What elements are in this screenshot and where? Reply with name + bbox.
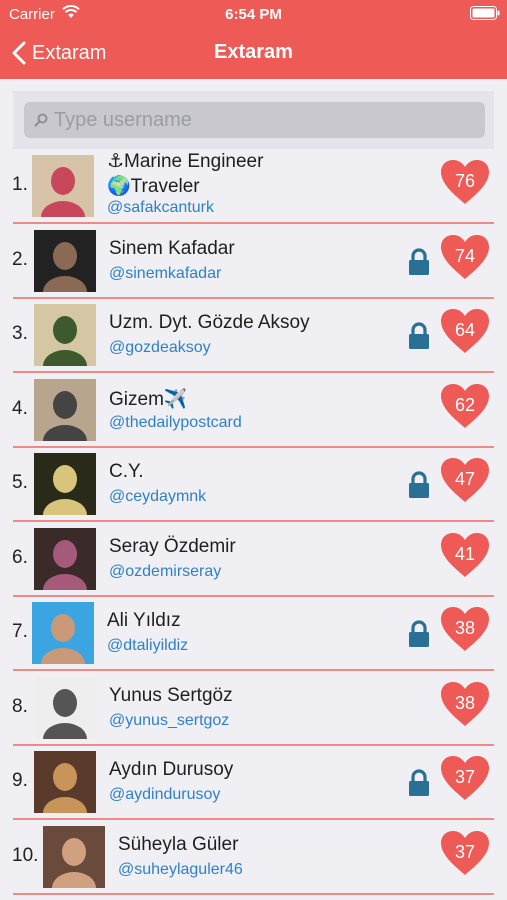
username-link[interactable]: @dtaliyildiz [107, 637, 188, 655]
avatar [43, 826, 105, 888]
rank-label: 2. [12, 249, 28, 270]
score-value: 38 [454, 693, 476, 713]
rank-label: 4. [12, 398, 28, 419]
page-title: Extaram [214, 41, 293, 63]
row-separator [13, 818, 494, 820]
like-score-button[interactable]: 37 [440, 755, 490, 801]
avatar [34, 379, 96, 441]
username-link[interactable]: @ceydaymnk [109, 488, 206, 506]
score-value: 62 [454, 395, 476, 415]
rank-label: 6. [12, 547, 28, 568]
list-item[interactable]: 10. Süheyla Güler @suheylaguler46 37 [0, 821, 507, 895]
score-value: 37 [454, 842, 476, 862]
rank-label: 7. [12, 621, 28, 642]
username-link[interactable]: @aydindurusoy [109, 786, 220, 804]
list-item[interactable]: 5. C.Y. @ceydaymnk 47 [0, 448, 507, 522]
display-name-line2: 🌍Traveler [107, 176, 200, 197]
username-link[interactable]: @ozdemirseray [109, 563, 221, 581]
rank-label: 1. [12, 174, 28, 195]
avatar [34, 528, 96, 590]
list-item[interactable]: 4. Gizem✈️ @thedailypostcard 62 [0, 374, 507, 448]
row-separator [13, 222, 494, 224]
list-item[interactable]: 8. Yunus Sertgöz @yunus_sertgoz 38 [0, 672, 507, 746]
battery-icon [470, 6, 500, 20]
like-score-button[interactable]: 38 [440, 681, 490, 727]
score-value: 64 [454, 320, 476, 340]
username-link[interactable]: @thedailypostcard [109, 414, 242, 432]
list-item[interactable]: 9. Aydın Durusoy @aydindurusoy 37 [0, 746, 507, 820]
username-link[interactable]: @gozdeaksoy [109, 339, 211, 357]
username-link[interactable]: @sinemkafadar [109, 265, 221, 283]
navigation-bar: Carrier 6:54 PM Extaram Extaram [0, 0, 507, 79]
display-name: Seray Özdemir [109, 536, 236, 557]
rank-label: 9. [12, 770, 28, 791]
search-input[interactable] [54, 108, 454, 132]
like-score-button[interactable]: 74 [440, 234, 490, 280]
score-value: 38 [454, 618, 476, 638]
display-name: Ali Yıldız [107, 610, 181, 631]
lock-icon [409, 471, 429, 498]
like-score-button[interactable]: 76 [440, 159, 490, 205]
row-separator [13, 669, 494, 671]
score-value: 37 [454, 767, 476, 787]
score-value: 74 [454, 246, 476, 266]
username-link[interactable]: @yunus_sertgoz [109, 712, 229, 730]
search-bar [13, 91, 494, 149]
list-item[interactable]: 2. Sinem Kafadar @sinemkafadar 74 [0, 225, 507, 299]
like-score-button[interactable]: 64 [440, 308, 490, 354]
row-separator [13, 893, 494, 895]
list-item[interactable]: 1. ⚓Marine Engineer 🌍Traveler @safakcantur… [0, 150, 507, 224]
avatar [34, 751, 96, 813]
clock: 6:54 PM [225, 6, 282, 23]
app-screen: Carrier 6:54 PM Extaram Extaram Type use… [0, 0, 507, 900]
search-icon [34, 113, 48, 127]
display-name: Sinem Kafadar [109, 238, 235, 259]
list-item[interactable]: 6. Seray Özdemir @ozdemirseray 41 [0, 523, 507, 597]
rank-label: 10. [12, 845, 39, 866]
score-value: 47 [454, 469, 476, 489]
lock-icon [409, 620, 429, 647]
rank-label: 5. [12, 472, 28, 493]
avatar [34, 453, 96, 515]
lock-icon [409, 322, 429, 349]
status-bar: Carrier 6:54 PM [0, 0, 507, 28]
lock-icon [409, 769, 429, 796]
avatar [34, 304, 96, 366]
like-score-button[interactable]: 47 [440, 457, 490, 503]
display-name: C.Y. [109, 461, 144, 482]
username-link[interactable]: @safakcanturk [107, 199, 214, 217]
display-name: Gizem✈️ [109, 389, 188, 410]
like-score-button[interactable]: 38 [440, 606, 490, 652]
like-score-button[interactable]: 37 [440, 830, 490, 876]
avatar [32, 602, 94, 664]
rank-label: 8. [12, 696, 28, 717]
display-name: Süheyla Güler [118, 834, 239, 855]
avatar [32, 155, 94, 217]
list-item[interactable]: 7. Ali Yıldız @dtaliyildiz 38 [0, 597, 507, 671]
row-separator [13, 520, 494, 522]
display-name: Uzm. Dyt. Gözde Aksoy [109, 312, 310, 333]
score-value: 76 [454, 171, 476, 191]
row-separator [13, 371, 494, 373]
display-name: Yunus Sertgöz [109, 685, 233, 706]
avatar [34, 230, 96, 292]
rank-label: 3. [12, 323, 28, 344]
list-item[interactable]: 3. Uzm. Dyt. Gözde Aksoy @gozdeaksoy 64 [0, 299, 507, 373]
lock-icon [409, 248, 429, 275]
display-name: Aydın Durusoy [109, 759, 234, 780]
display-name: ⚓Marine Engineer [107, 151, 264, 172]
username-link[interactable]: @suheylaguler46 [118, 861, 243, 879]
avatar [34, 677, 96, 739]
score-value: 41 [454, 544, 476, 564]
like-score-button[interactable]: 62 [440, 383, 490, 429]
search-field[interactable] [24, 102, 485, 138]
like-score-button[interactable]: 41 [440, 532, 490, 578]
